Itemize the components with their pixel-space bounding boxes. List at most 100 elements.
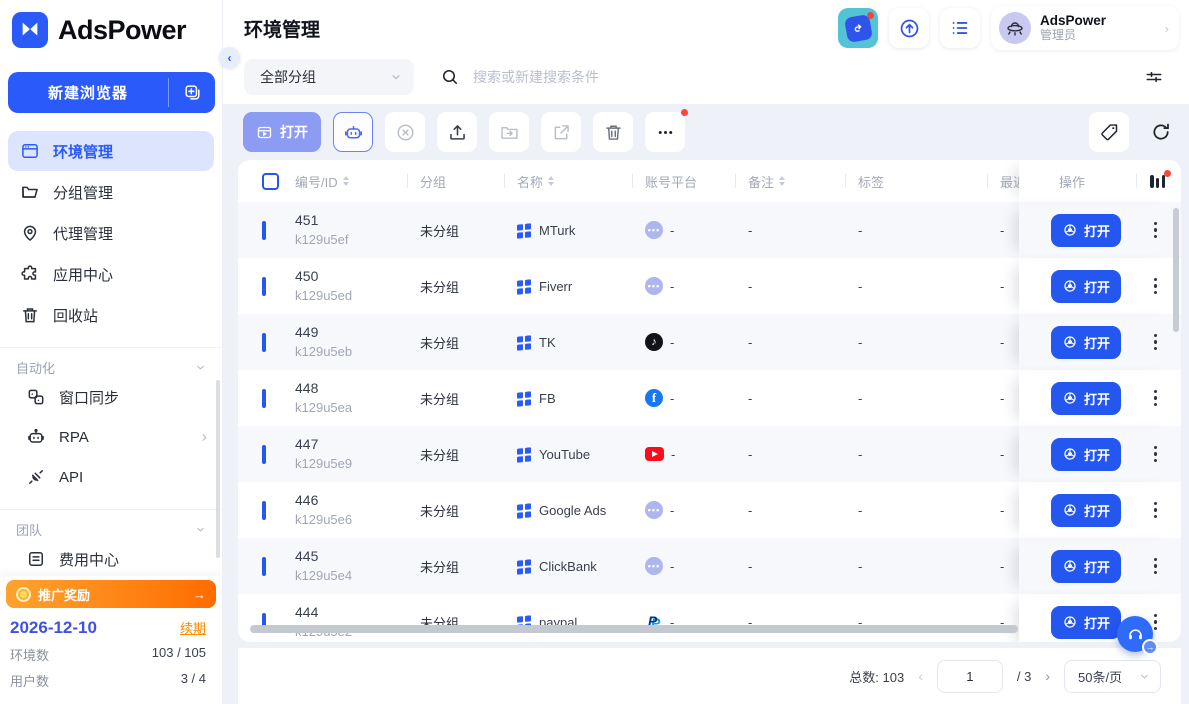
table-row: 448k129u5ea 未分组 FB f- - - - 打开: [238, 370, 1181, 426]
column-header-id[interactable]: 编号/ID: [295, 172, 420, 191]
sidebar-collapse-button[interactable]: ‹: [219, 47, 240, 68]
env-name-cell[interactable]: ClickBank: [517, 559, 645, 574]
env-name-cell[interactable]: TK: [517, 335, 645, 350]
column-settings-button[interactable]: [1150, 174, 1165, 188]
platform-account: -: [670, 279, 674, 294]
environments-table: 编号/ID 分组 名称 账号平台 备注 标签 最近打开: [238, 160, 1181, 642]
row-checkbox[interactable]: [262, 445, 266, 464]
sidebar-item-groups[interactable]: 分组管理: [8, 172, 214, 212]
sidebar-item-billing-center[interactable]: 费用中心: [0, 539, 222, 579]
delete-button[interactable]: [593, 112, 633, 152]
prev-page-button[interactable]: ‹: [918, 668, 923, 684]
sidebar-item-recycle-bin[interactable]: 回收站: [8, 295, 214, 335]
sidebar-item-label: 应用中心: [53, 264, 113, 285]
row-checkbox[interactable]: [262, 389, 266, 408]
upload-button[interactable]: [437, 112, 477, 152]
open-environment-button[interactable]: 打开: [1051, 606, 1121, 639]
open-environment-button[interactable]: 打开: [1051, 326, 1121, 359]
page-size-select[interactable]: 50条/页: [1064, 660, 1161, 693]
column-header-platform[interactable]: 账号平台: [645, 172, 748, 191]
open-environment-button[interactable]: 打开: [1051, 270, 1121, 303]
sort-icon[interactable]: [548, 176, 554, 186]
sidebar: AdsPower 新建浏览器 环境管理 分组管理 代理管理 应用中心 回收站: [0, 0, 222, 704]
env-name: FB: [539, 391, 556, 406]
more-actions-button[interactable]: [645, 112, 685, 152]
refresh-button[interactable]: [1141, 112, 1181, 152]
tag-manager-button[interactable]: [1089, 112, 1129, 152]
group-filter-select[interactable]: 全部分组: [244, 59, 414, 95]
env-last-open: -: [1000, 335, 1019, 350]
open-environment-button[interactable]: 打开: [1051, 438, 1121, 471]
sort-icon[interactable]: [779, 176, 785, 186]
env-remark: -: [748, 447, 858, 462]
search-input[interactable]: [473, 69, 1115, 85]
return-old-version-button[interactable]: [838, 8, 878, 48]
browser-globe-icon: [1062, 222, 1078, 238]
row-checkbox[interactable]: [262, 333, 266, 352]
row-more-menu[interactable]: [1154, 278, 1158, 295]
chevron-down-icon: [195, 362, 206, 373]
sidebar-item-proxies[interactable]: 代理管理: [8, 213, 214, 253]
browser-window-icon: [20, 141, 40, 161]
import-button: [489, 112, 529, 152]
upload-icon: [447, 122, 468, 143]
row-more-menu[interactable]: [1154, 222, 1158, 239]
table-vertical-scrollbar[interactable]: [1173, 208, 1179, 332]
env-name-cell[interactable]: FB: [517, 391, 645, 406]
sidebar-item-window-sync[interactable]: 窗口同步: [0, 377, 222, 417]
customer-support-button[interactable]: →: [1117, 616, 1153, 652]
row-more-menu[interactable]: [1154, 390, 1158, 407]
env-name-cell[interactable]: Fiverr: [517, 279, 645, 294]
table-horizontal-scrollbar[interactable]: [250, 625, 1018, 633]
sidebar-item-app-center[interactable]: 应用中心: [8, 254, 214, 294]
column-header-name[interactable]: 名称: [517, 172, 645, 191]
row-checkbox[interactable]: [262, 557, 266, 576]
sort-icon[interactable]: [343, 176, 349, 186]
open-selected-button[interactable]: 打开: [243, 112, 321, 152]
env-last-open: -: [1000, 279, 1019, 294]
sidebar-item-label: 回收站: [53, 305, 98, 326]
row-checkbox[interactable]: [262, 501, 266, 520]
row-more-menu[interactable]: [1154, 558, 1158, 575]
new-browser-quick-add-button[interactable]: [169, 72, 215, 113]
env-name-cell[interactable]: YouTube: [517, 447, 645, 462]
column-label: 编号/ID: [295, 172, 338, 191]
rpa-task-button[interactable]: [333, 112, 373, 152]
row-more-menu[interactable]: [1154, 334, 1158, 351]
column-header-last-open[interactable]: 最近打开: [1000, 172, 1019, 191]
next-page-button[interactable]: ›: [1045, 668, 1050, 684]
sidebar-item-environment[interactable]: 环境管理: [8, 131, 214, 171]
row-checkbox[interactable]: [262, 221, 266, 240]
sidebar-item-rpa[interactable]: RPA: [0, 417, 222, 457]
column-header-remark[interactable]: 备注: [748, 172, 858, 191]
user-account-menu[interactable]: AdsPower 管理员 ›: [991, 6, 1179, 50]
import-folder-icon: [499, 122, 520, 143]
new-browser-button[interactable]: 新建浏览器: [8, 72, 215, 113]
row-more-menu[interactable]: [1154, 502, 1158, 519]
advanced-filter-button[interactable]: [1141, 67, 1167, 87]
check-update-button[interactable]: [889, 8, 929, 48]
env-name-cell[interactable]: Google Ads: [517, 503, 645, 518]
page-number-input[interactable]: [937, 660, 1003, 693]
section-automation[interactable]: 自动化: [0, 347, 222, 377]
sidebar-item-api[interactable]: API: [0, 457, 222, 497]
section-team[interactable]: 团队: [0, 509, 222, 539]
open-environment-button[interactable]: 打开: [1051, 214, 1121, 247]
env-group: 未分组: [420, 445, 517, 464]
row-more-menu[interactable]: [1154, 446, 1158, 463]
env-tag: -: [858, 335, 1000, 350]
column-header-group[interactable]: 分组: [420, 172, 517, 191]
refresh-icon: [1150, 121, 1172, 143]
renew-link[interactable]: 续期: [180, 618, 206, 637]
row-checkbox[interactable]: [262, 277, 266, 296]
row-more-menu[interactable]: [1154, 614, 1158, 631]
open-environment-button[interactable]: 打开: [1051, 494, 1121, 527]
open-environment-button[interactable]: 打开: [1051, 382, 1121, 415]
task-list-button[interactable]: [940, 8, 980, 48]
select-all-checkbox[interactable]: [262, 173, 279, 190]
env-name-cell[interactable]: MTurk: [517, 223, 645, 238]
promo-rewards-banner[interactable]: 推广奖励 →: [6, 580, 216, 608]
column-header-tag[interactable]: 标签: [858, 172, 1000, 191]
open-environment-button[interactable]: 打开: [1051, 550, 1121, 583]
sidebar-scrollbar[interactable]: [216, 380, 220, 558]
